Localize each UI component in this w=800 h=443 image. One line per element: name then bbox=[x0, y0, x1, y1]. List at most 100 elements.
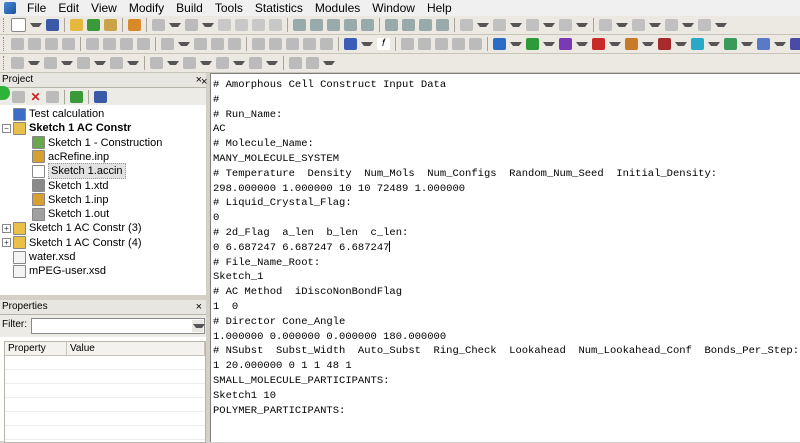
display-style-icon[interactable] bbox=[698, 19, 711, 31]
blends-icon[interactable] bbox=[625, 38, 638, 50]
export-icon[interactable] bbox=[104, 19, 117, 31]
columns-icon[interactable] bbox=[211, 38, 224, 50]
toolbar-grip[interactable] bbox=[3, 18, 7, 32]
tree-item[interactable]: − Sketch 1 AC Constr bbox=[2, 121, 131, 135]
text-icon[interactable] bbox=[435, 38, 448, 50]
chevron-down-icon[interactable] bbox=[94, 61, 106, 65]
outdent-icon[interactable] bbox=[103, 38, 116, 50]
snap-icon[interactable] bbox=[28, 38, 41, 50]
chevron-down-icon[interactable] bbox=[543, 23, 555, 27]
conformers-icon[interactable] bbox=[658, 38, 671, 50]
lock-icon[interactable] bbox=[303, 38, 316, 50]
chevron-down-icon[interactable] bbox=[649, 23, 661, 27]
mesocite-icon[interactable] bbox=[691, 38, 704, 50]
cut-icon[interactable] bbox=[218, 19, 231, 31]
chevron-down-icon[interactable] bbox=[642, 42, 654, 46]
bond-icon[interactable] bbox=[599, 19, 612, 31]
play-icon[interactable] bbox=[289, 57, 302, 69]
tree-item[interactable]: + Sketch 1 AC Constr (3) bbox=[2, 221, 142, 235]
chevron-down-icon[interactable] bbox=[361, 42, 373, 46]
chevron-down-icon[interactable] bbox=[510, 42, 522, 46]
measure-icon[interactable] bbox=[665, 19, 678, 31]
tree-item[interactable]: mPEG-user.xsd bbox=[2, 264, 106, 278]
print-icon[interactable] bbox=[128, 19, 141, 31]
rename-icon[interactable] bbox=[46, 90, 59, 103]
chevron-down-icon[interactable] bbox=[30, 23, 42, 27]
forcite-icon[interactable] bbox=[559, 38, 572, 50]
curve-tool-icon[interactable] bbox=[216, 57, 229, 69]
reset-view-icon[interactable] bbox=[402, 19, 415, 31]
menu-tools[interactable]: Tools bbox=[209, 0, 249, 16]
line-tool-icon[interactable] bbox=[183, 57, 196, 69]
find-icon[interactable] bbox=[137, 38, 150, 50]
chevron-down-icon[interactable] bbox=[576, 23, 588, 27]
undo-icon[interactable] bbox=[152, 19, 165, 31]
shape-tool-icon[interactable] bbox=[249, 57, 262, 69]
tree-item[interactable]: Test calculation bbox=[2, 107, 104, 121]
merge-icon[interactable] bbox=[286, 38, 299, 50]
refresh-icon[interactable] bbox=[70, 90, 83, 103]
chevron-down-icon[interactable] bbox=[202, 23, 214, 27]
editor-content[interactable]: # Amorphous Cell Construct Input Data # # … bbox=[213, 78, 799, 418]
redo-icon[interactable] bbox=[185, 19, 198, 31]
select-icon[interactable] bbox=[293, 19, 306, 31]
qsar-icon[interactable] bbox=[724, 38, 737, 50]
delete-icon[interactable]: ✕ bbox=[29, 91, 42, 103]
sketch-fragment-icon[interactable] bbox=[526, 19, 539, 31]
display-icon[interactable] bbox=[44, 57, 57, 69]
delete-icon[interactable] bbox=[269, 19, 282, 31]
chevron-down-icon[interactable] bbox=[167, 61, 179, 65]
filter-combobox[interactable] bbox=[31, 318, 205, 334]
menu-file[interactable]: File bbox=[21, 0, 52, 16]
menu-edit[interactable]: Edit bbox=[52, 0, 85, 16]
menu-modify[interactable]: Modify bbox=[123, 0, 170, 16]
split-icon[interactable] bbox=[269, 38, 282, 50]
box-icon[interactable] bbox=[469, 38, 482, 50]
close-icon[interactable]: × bbox=[196, 300, 202, 314]
import-icon[interactable] bbox=[87, 19, 100, 31]
sorption-icon[interactable] bbox=[757, 38, 770, 50]
new-folder-icon[interactable] bbox=[12, 90, 25, 103]
chevron-down-icon[interactable] bbox=[61, 61, 73, 65]
tree-item[interactable]: Sketch 1.xtd bbox=[32, 179, 109, 193]
expander-icon[interactable]: − bbox=[2, 123, 11, 133]
copy-icon[interactable] bbox=[235, 19, 248, 31]
column-header-property[interactable]: Property bbox=[5, 342, 67, 355]
chevron-down-icon[interactable] bbox=[543, 42, 555, 46]
chevron-down-icon[interactable] bbox=[510, 23, 522, 27]
column-header-value[interactable]: Value bbox=[67, 342, 205, 355]
tree-item[interactable]: Sketch 1.inp bbox=[32, 193, 109, 207]
toolbar-grip[interactable] bbox=[3, 56, 7, 70]
tree-item[interactable]: Sketch 1.accin bbox=[32, 163, 126, 180]
expander-icon[interactable]: + bbox=[2, 238, 11, 248]
list-icon[interactable] bbox=[161, 38, 174, 50]
filter-icon[interactable] bbox=[252, 38, 265, 50]
chevron-down-icon[interactable] bbox=[178, 42, 190, 46]
tree-item[interactable]: water.xsd bbox=[2, 250, 75, 264]
chevron-down-icon[interactable] bbox=[477, 23, 489, 27]
close-icon[interactable]: × bbox=[201, 76, 207, 88]
menu-statistics[interactable]: Statistics bbox=[249, 0, 309, 16]
tree-item[interactable]: acRefine.inp bbox=[32, 150, 109, 164]
menu-view[interactable]: View bbox=[85, 0, 123, 16]
chevron-down-icon[interactable] bbox=[708, 42, 720, 46]
rotate-icon[interactable] bbox=[310, 19, 323, 31]
pointer-icon[interactable] bbox=[401, 38, 414, 50]
chevron-down-icon[interactable] bbox=[28, 61, 40, 65]
tree-item[interactable]: Sketch 1.out bbox=[32, 207, 109, 221]
amorphous-cell-icon[interactable] bbox=[592, 38, 605, 50]
align-icon[interactable] bbox=[45, 38, 58, 50]
chevron-down-icon[interactable] bbox=[675, 42, 687, 46]
chevron-down-icon[interactable] bbox=[576, 42, 588, 46]
chevron-down-icon[interactable] bbox=[323, 61, 335, 65]
lasso-icon[interactable] bbox=[150, 57, 163, 69]
fit-icon[interactable] bbox=[361, 19, 374, 31]
open-folder-icon[interactable] bbox=[70, 19, 83, 31]
arrow-icon[interactable] bbox=[452, 38, 465, 50]
castep-icon[interactable] bbox=[493, 38, 506, 50]
chevron-down-icon[interactable] bbox=[192, 320, 205, 332]
menu-help[interactable]: Help bbox=[421, 0, 458, 16]
formula-icon[interactable]: 𝑓 bbox=[377, 38, 390, 50]
chevron-down-icon[interactable] bbox=[266, 61, 278, 65]
sort-icon[interactable] bbox=[62, 38, 75, 50]
